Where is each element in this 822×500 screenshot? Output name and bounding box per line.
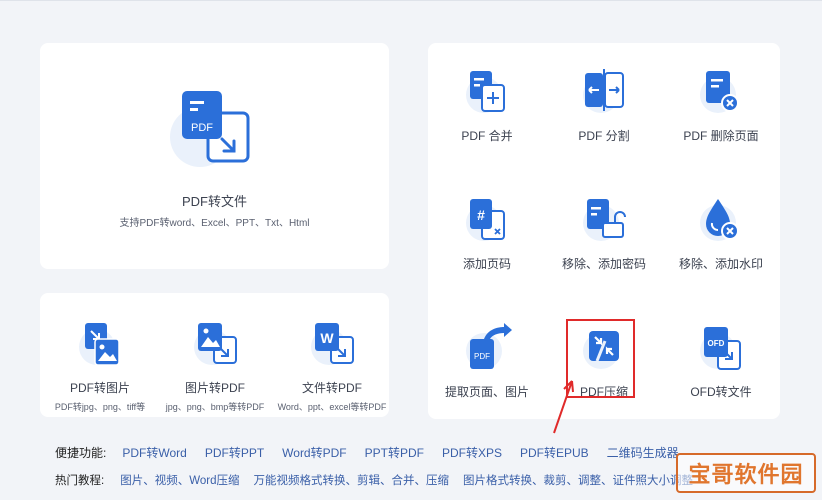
shortcut-link[interactable]: PPT转PDF: [365, 444, 424, 461]
pdf-delete-page-icon: [692, 65, 750, 123]
tutorial-link[interactable]: 图片格式转换、裁剪、调整、证件照大小调整: [463, 472, 693, 488]
file-to-pdf-icon: W: [303, 317, 361, 375]
file-to-pdf-button[interactable]: W 文件转PDF Word、ppt、excel等转PDF: [272, 317, 392, 413]
pointer-arrow-icon: [553, 380, 574, 434]
file-to-pdf-label: 文件转PDF: [301, 381, 362, 395]
app-window: PDF PDF转文件 支持PDF转word、Excel、PPT、Txt、Html…: [0, 0, 822, 500]
shortcut-link[interactable]: PDF转Word: [122, 444, 186, 461]
pdf-split-label: PDF 分割: [578, 129, 630, 143]
shortcut-link[interactable]: Word转PDF: [282, 444, 346, 461]
add-page-number-button[interactable]: # 添加页码: [428, 193, 546, 272]
ofd-to-file-icon: OFD: [692, 321, 750, 379]
pdf-to-image-button[interactable]: PDF转图片 PDF转jpg、png、tiff等: [40, 317, 160, 413]
convert-tools-card: PDF转图片 PDF转jpg、png、tiff等 图片转PDF jpg、png、…: [40, 293, 389, 417]
extract-button[interactable]: PDF 提取页面、图片: [428, 321, 546, 400]
shortcuts-row: 便捷功能: PDF转Word PDF转PPT Word转PDF PPT转PDF …: [55, 444, 697, 461]
pdf-to-file-sub: 支持PDF转word、Excel、PPT、Txt、Html: [119, 218, 310, 229]
file-to-pdf-sub: Word、ppt、excel等转PDF: [277, 402, 387, 412]
extract-icon: PDF: [458, 321, 516, 379]
password-icon: [575, 193, 633, 251]
image-to-pdf-label: 图片转PDF: [184, 381, 245, 395]
watermark-button[interactable]: 移除、添加水印: [662, 193, 780, 272]
pdf-delete-page-button[interactable]: PDF 删除页面: [662, 65, 780, 144]
pdf-delete-page-label: PDF 删除页面: [683, 129, 759, 143]
pdf-to-image-icon: [71, 317, 129, 375]
password-label: 移除、添加密码: [561, 257, 646, 271]
add-page-number-label: 添加页码: [462, 257, 511, 271]
ofd-icon-text: OFD: [708, 339, 725, 348]
watermark-label: 移除、添加水印: [678, 257, 763, 271]
tutorials-title: 热门教程:: [55, 475, 105, 487]
tutorial-link[interactable]: 万能视频格式转换、剪辑、合并、压缩: [253, 472, 449, 488]
hash-icon-text: #: [477, 207, 485, 223]
tutorials-row: 热门教程: 图片、视频、Word压缩 万能视频格式转换、剪辑、合并、压缩 图片格…: [55, 472, 707, 488]
pdf-split-button[interactable]: PDF 分割: [545, 65, 663, 144]
pdf-to-file-card[interactable]: PDF PDF转文件 支持PDF转word、Excel、PPT、Txt、Html: [40, 43, 389, 269]
pdf-badge-text: PDF: [191, 122, 213, 134]
password-button[interactable]: 移除、添加密码: [545, 193, 663, 272]
watermark-icon: [692, 193, 750, 251]
image-to-pdf-sub: jpg、png、bmp等转PDF: [165, 402, 265, 412]
extract-pdf-text: PDF: [474, 352, 490, 361]
ofd-to-file-label: OFD转文件: [690, 385, 752, 399]
tutorial-link[interactable]: 图片、视频、Word压缩: [120, 472, 239, 488]
shortcut-link[interactable]: PDF转EPUB: [520, 444, 589, 461]
pdf-to-file-label: PDF转文件: [181, 194, 247, 209]
image-to-pdf-icon: [186, 317, 244, 375]
image-to-pdf-button[interactable]: 图片转PDF jpg、png、bmp等转PDF: [155, 317, 275, 413]
shortcut-link[interactable]: 二维码生成器: [607, 444, 679, 461]
pdf-to-image-label: PDF转图片: [69, 381, 130, 395]
add-page-number-icon: #: [458, 193, 516, 251]
site-watermark: 宝哥软件园: [676, 453, 816, 493]
extract-label: 提取页面、图片: [444, 385, 529, 399]
pdf-to-file-button[interactable]: PDF PDF转文件 支持PDF转word、Excel、PPT、Txt、Html: [40, 73, 389, 229]
pdf-merge-button[interactable]: PDF 合并: [428, 65, 546, 144]
pdf-merge-icon: [458, 65, 516, 123]
pdf-merge-label: PDF 合并: [461, 129, 513, 143]
site-watermark-text: 宝哥软件园: [688, 462, 804, 487]
word-icon-text: W: [320, 330, 334, 346]
shortcuts-title: 便捷功能:: [55, 446, 107, 460]
pdf-to-image-sub: PDF转jpg、png、tiff等: [54, 402, 146, 412]
pdf-split-icon: [575, 65, 633, 123]
pdf-to-file-icon: PDF: [160, 73, 270, 183]
shortcut-link[interactable]: PDF转XPS: [442, 444, 502, 461]
shortcut-link[interactable]: PDF转PPT: [205, 444, 264, 461]
ofd-to-file-button[interactable]: OFD OFD转文件: [662, 321, 780, 400]
